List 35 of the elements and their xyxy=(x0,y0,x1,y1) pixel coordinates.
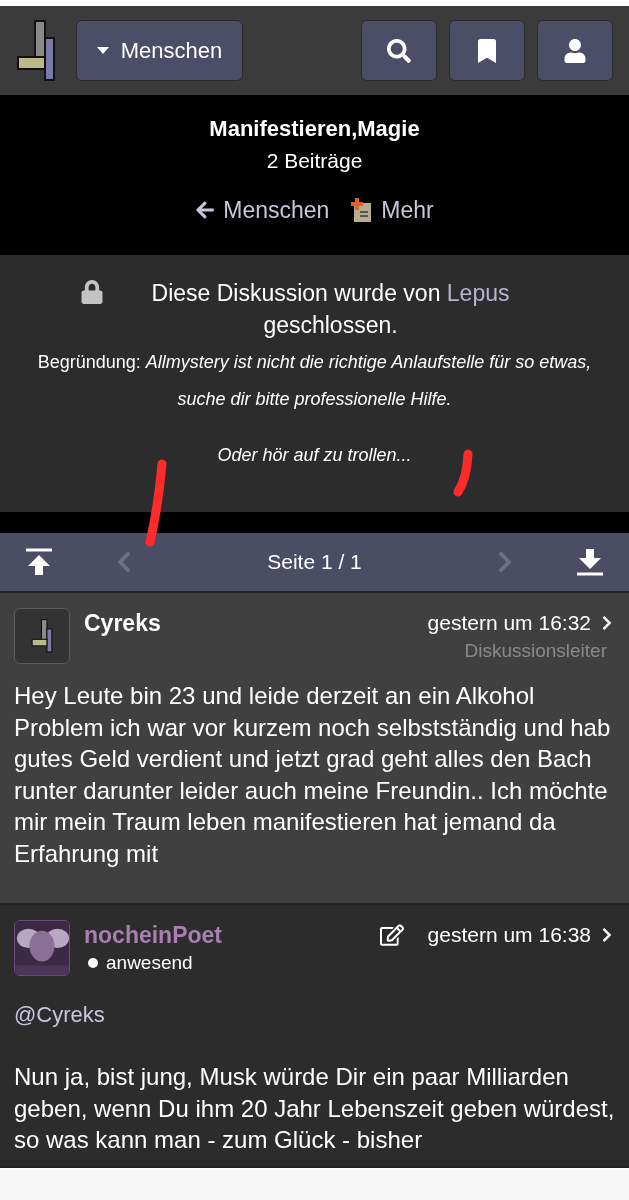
author-role: Diskussionsleiter xyxy=(464,639,607,663)
more-link[interactable]: Mehr xyxy=(349,193,434,228)
pen-stroke xyxy=(452,448,474,498)
thread-title: Manifestieren,Magie xyxy=(209,115,420,143)
post-text: Nun ja, bist jung, Musk würde Dir ein paar Milliarden geben, wenn Du ihm 20 Jahr Lebenszeit geben würdest, so was kann man - zum Glück - bisher xyxy=(14,1062,615,1155)
bookmark-icon xyxy=(477,38,497,63)
post-time-link[interactable]: gestern um 16:32 xyxy=(427,608,615,638)
back-link[interactable]: Menschen xyxy=(195,193,330,228)
author-name[interactable]: nocheinPoet xyxy=(84,920,222,950)
page-indicator: Seite 1 / 1 xyxy=(266,549,363,576)
search-icon xyxy=(387,38,411,63)
logo-icon xyxy=(16,19,56,82)
arrow-left-icon xyxy=(195,200,216,221)
edited-icon xyxy=(379,923,404,947)
post-text: Hey Leute bin 23 und leide derzeit an ein Alkohol Problem ich war vor kurzem noch selbstständig und hab gutes Geld verdient und jetzt grad geht alles den Bach runter darunter leider auch meine Freundin.. Ich möchte mir mein Traum leben manifestieren hat jemand da Erfahrung mit xyxy=(14,681,612,869)
post-time-link[interactable]: gestern um 16:38 xyxy=(427,920,615,950)
author-name[interactable]: Cyreks xyxy=(84,608,161,638)
user-button[interactable] xyxy=(537,20,613,81)
lock-icon xyxy=(79,280,104,304)
closing-remark: Oder hör auf zu trollen... xyxy=(217,444,412,467)
category-button[interactable]: Menschen xyxy=(76,20,243,81)
user-status: anwesend xyxy=(106,951,193,975)
search-button[interactable] xyxy=(361,20,437,81)
post-count: 2 Beiträge xyxy=(266,148,363,174)
user-icon xyxy=(563,38,587,63)
caret-icon xyxy=(96,47,109,54)
scroll-top-button[interactable] xyxy=(24,547,54,577)
bookmark-button[interactable] xyxy=(449,20,525,81)
closed-message: Diese Diskussion wurde von Lepus geschlossen. xyxy=(150,279,511,340)
logo-icon xyxy=(31,619,53,653)
document-plus-icon xyxy=(349,197,374,224)
closing-reason: Begründung: Allmystery ist nicht die richtige Anlaufstelle für so etwas, suche dir bitte professionelle Hilfe. xyxy=(36,351,593,411)
mention[interactable]: @Cyreks xyxy=(14,998,615,1031)
avatar[interactable] xyxy=(14,608,70,664)
scroll-bottom-button[interactable] xyxy=(575,547,605,577)
